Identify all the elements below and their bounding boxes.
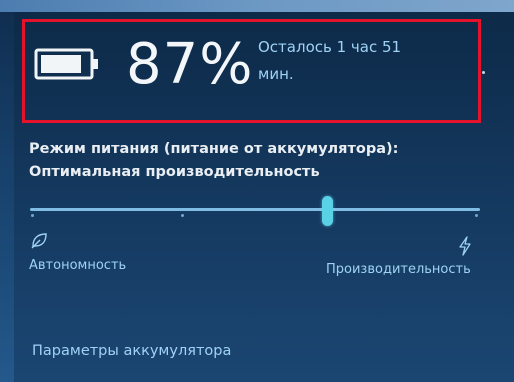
power-mode-heading: Режим питания (питание от аккумулятора): — [29, 141, 399, 157]
slider-tick — [181, 214, 184, 217]
battery-settings-link[interactable]: Параметры аккумулятора — [32, 341, 231, 361]
slider-track[interactable] — [30, 208, 480, 211]
taskbar-edge — [0, 0, 514, 12]
scroll-indicator — [482, 71, 485, 74]
best-performance-label: Производительность — [326, 262, 471, 277]
slider-thumb[interactable] — [322, 196, 333, 226]
leaf-icon — [31, 233, 47, 249]
power-mode-title: Режим питания (питание от аккумулятора):… — [29, 138, 499, 184]
battery-saver-label: Автономность — [29, 258, 127, 273]
power-mode-slider[interactable] — [30, 194, 480, 228]
battery-flyout-screen: 87% Осталось 1 час 51 мин. Режим питания… — [0, 0, 514, 382]
slider-tick — [31, 214, 34, 217]
power-mode-value: Оптимальная производительность — [29, 164, 320, 180]
slider-tick — [475, 214, 478, 217]
highlight-box — [22, 19, 481, 123]
lightning-bolt-icon — [459, 236, 471, 256]
